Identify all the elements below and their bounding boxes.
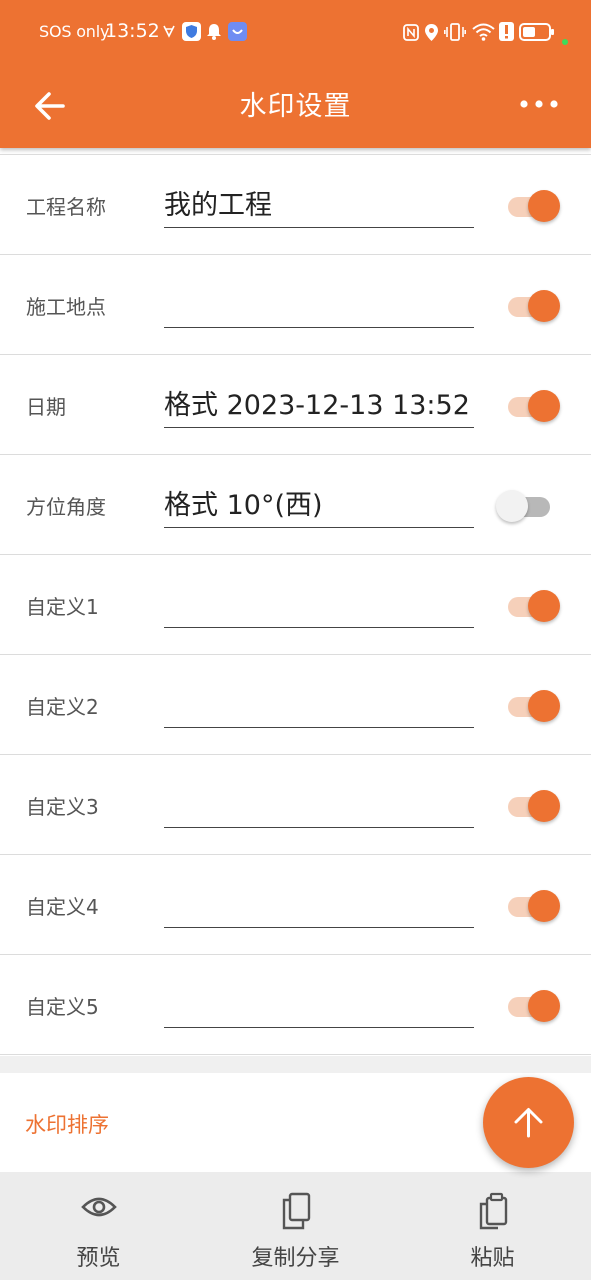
- bearing-input[interactable]: 格式 10°(西): [164, 481, 474, 528]
- custom-4-input[interactable]: [164, 881, 474, 928]
- bearing-toggle[interactable]: [496, 488, 565, 524]
- more-options-button[interactable]: [519, 96, 559, 112]
- bottom-toolbar: 预览 复制分享 粘贴: [0, 1172, 591, 1280]
- clock-time: 13:52: [105, 20, 160, 42]
- field-label: 自定义5: [26, 995, 99, 1019]
- green-dot-icon: [562, 30, 568, 49]
- copy-share-button[interactable]: 复制分享: [197, 1172, 394, 1280]
- preview-label: 预览: [76, 1246, 121, 1271]
- clipboard-icon: [478, 1192, 508, 1234]
- project-name-input[interactable]: 我的工程: [164, 181, 474, 228]
- field-row-bearing: 方位角度 格式 10°(西): [0, 455, 591, 555]
- field-label: 施工地点: [26, 295, 106, 319]
- more-horizontal-icon: [519, 97, 559, 116]
- field-label: 日期: [26, 395, 66, 419]
- custom-3-toggle[interactable]: [505, 788, 565, 824]
- field-label: 自定义1: [26, 595, 99, 619]
- custom-2-input[interactable]: [164, 681, 474, 728]
- preview-button[interactable]: 预览: [0, 1172, 197, 1280]
- copy-icon: [281, 1192, 311, 1234]
- field-row-date: 日期 格式 2023-12-13 13:52: [0, 355, 591, 455]
- status-bar: SOS only 13:52: [0, 0, 591, 66]
- custom-2-toggle[interactable]: [505, 688, 565, 724]
- project-name-toggle[interactable]: [505, 188, 565, 224]
- field-label: 工程名称: [26, 195, 106, 219]
- field-label: 自定义2: [26, 695, 99, 719]
- section-divider: [0, 1056, 591, 1073]
- field-row-custom-1: 自定义1: [0, 555, 591, 655]
- field-label: 自定义4: [26, 895, 99, 919]
- custom-1-input[interactable]: [164, 581, 474, 628]
- field-row-custom-5: 自定义5: [0, 955, 591, 1055]
- paste-label: 粘贴: [470, 1246, 515, 1271]
- watermark-field-list: 工程名称 我的工程 施工地点 日期 格式 2023-12-13 13:52 方位…: [0, 154, 591, 1055]
- alert-icon: [499, 22, 514, 45]
- site-location-toggle[interactable]: [505, 288, 565, 324]
- vibrate-icon: [444, 22, 466, 46]
- site-location-input[interactable]: [164, 281, 474, 328]
- field-row-custom-2: 自定义2: [0, 655, 591, 755]
- custom-3-input[interactable]: [164, 781, 474, 828]
- page-title: 水印设置: [239, 91, 352, 122]
- carrier-text: SOS only: [39, 22, 110, 41]
- top-bar: SOS only 13:52 水印设置: [0, 0, 591, 148]
- watermark-sort-label: 水印排序: [25, 1113, 109, 1137]
- field-row-site-location: 施工地点: [0, 255, 591, 355]
- paste-button[interactable]: 粘贴: [394, 1172, 591, 1280]
- shield-icon: [182, 22, 201, 45]
- custom-5-toggle[interactable]: [505, 988, 565, 1024]
- scroll-to-top-button[interactable]: [483, 1077, 574, 1168]
- field-row-project-name: 工程名称 我的工程: [0, 154, 591, 255]
- app-notification-icon: [162, 23, 176, 42]
- custom-1-toggle[interactable]: [505, 588, 565, 624]
- eye-icon: [80, 1192, 117, 1226]
- field-label: 方位角度: [26, 495, 106, 519]
- field-row-custom-4: 自定义4: [0, 855, 591, 955]
- nfc-icon: [403, 24, 419, 45]
- field-label: 自定义3: [26, 795, 99, 819]
- date-toggle[interactable]: [505, 388, 565, 424]
- app-icon: [228, 22, 247, 45]
- date-input[interactable]: 格式 2023-12-13 13:52: [164, 381, 474, 428]
- app-bar: 水印设置: [0, 66, 591, 148]
- field-row-custom-3: 自定义3: [0, 755, 591, 855]
- bell-icon: [206, 23, 222, 44]
- custom-4-toggle[interactable]: [505, 888, 565, 924]
- custom-5-input[interactable]: [164, 981, 474, 1028]
- copy-share-label: 复制分享: [251, 1246, 340, 1271]
- wifi-icon: [471, 21, 496, 45]
- location-icon: [424, 23, 439, 46]
- battery-icon: [519, 23, 555, 45]
